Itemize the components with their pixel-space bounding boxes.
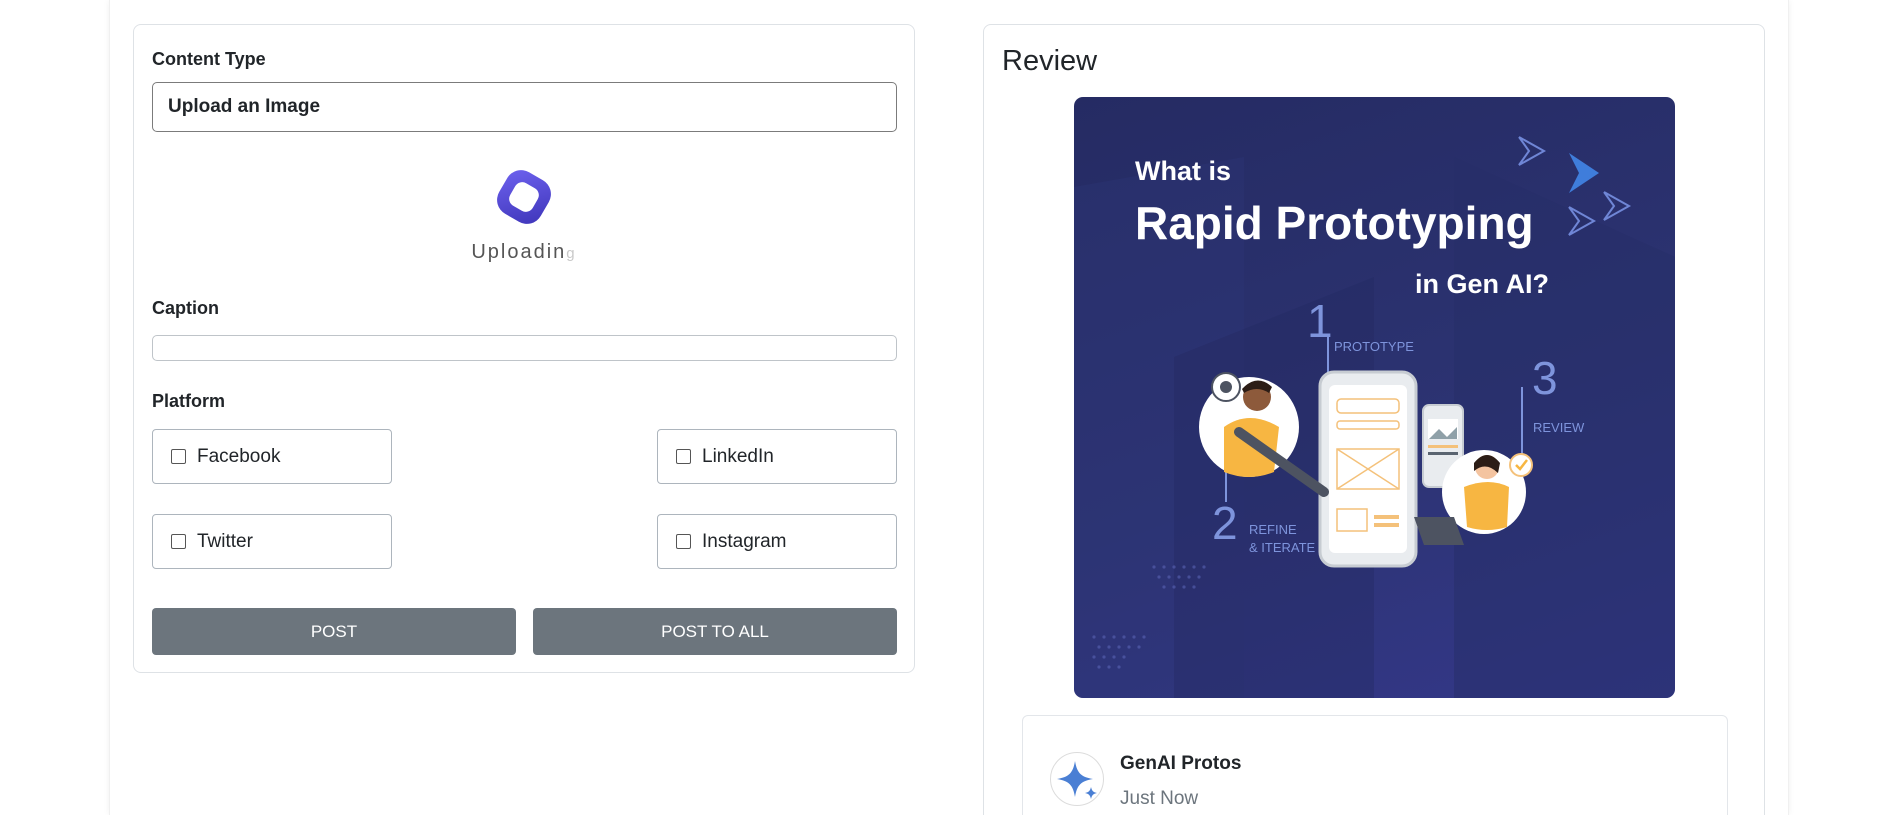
poster-line2: Rapid Prototyping: [1135, 197, 1534, 249]
content-type-label: Content Type: [152, 49, 266, 69]
post-preview-card: GenAI Protos Just Now: [1022, 715, 1728, 815]
step3-label: REVIEW: [1533, 420, 1585, 435]
caption-input[interactable]: [152, 335, 897, 361]
platform-label: Platform: [152, 391, 226, 411]
post-to-all-button[interactable]: POST TO ALL: [533, 608, 897, 655]
caption-label: Caption: [152, 298, 219, 318]
chevron-solid-icon: [1569, 153, 1599, 193]
step2-label-a: REFINE: [1249, 522, 1297, 537]
platform-option-twitter[interactable]: Twitter: [152, 514, 392, 569]
linkedin-label: LinkedIn: [702, 445, 774, 467]
post-button[interactable]: POST: [152, 608, 516, 655]
facebook-label: Facebook: [197, 445, 281, 467]
instagram-label: Instagram: [702, 530, 787, 552]
step2-number: 2: [1212, 497, 1238, 549]
upload-status: Uploading: [134, 163, 914, 273]
poster-artwork: What is Rapid Prototyping in Gen AI? 1 P…: [1074, 136, 1675, 698]
post-form-card: Content Type Upload an Image Uploading C…: [133, 24, 915, 673]
linkedin-checkbox[interactable]: [676, 449, 691, 464]
step2-label-b: & ITERATE: [1249, 540, 1316, 555]
review-title: Review: [1002, 45, 1098, 77]
step1-label: PROTOTYPE: [1334, 339, 1414, 354]
platform-option-linkedin[interactable]: LinkedIn: [657, 429, 897, 484]
step3-number: 3: [1532, 352, 1558, 404]
instagram-checkbox[interactable]: [676, 534, 691, 549]
upload-logo-icon: [497, 170, 551, 224]
post-timestamp: Just Now: [1120, 788, 1199, 809]
twitter-checkbox[interactable]: [171, 534, 186, 549]
post-author: GenAI Protos: [1120, 753, 1242, 774]
uploading-text: Uploading: [134, 241, 914, 264]
poster-line1: What is: [1135, 156, 1231, 186]
sparkle-icon: [1057, 761, 1097, 799]
platform-option-instagram[interactable]: Instagram: [657, 514, 897, 569]
platform-option-facebook[interactable]: Facebook: [152, 429, 392, 484]
facebook-checkbox[interactable]: [171, 449, 186, 464]
poster-line3: in Gen AI?: [1415, 269, 1549, 299]
twitter-label: Twitter: [197, 530, 253, 552]
review-card: Review What is Rapid Prototyping in Gen …: [983, 24, 1765, 815]
phone-illustration: [1318, 370, 1418, 568]
post-preview-image: What is Rapid Prototyping in Gen AI? 1 P…: [1074, 97, 1675, 698]
uploading-text-fade: g: [566, 245, 577, 262]
author-avatar: [1050, 752, 1104, 806]
uploading-text-main: Uploadin: [471, 241, 567, 263]
content-type-select[interactable]: Upload an Image: [152, 82, 897, 132]
